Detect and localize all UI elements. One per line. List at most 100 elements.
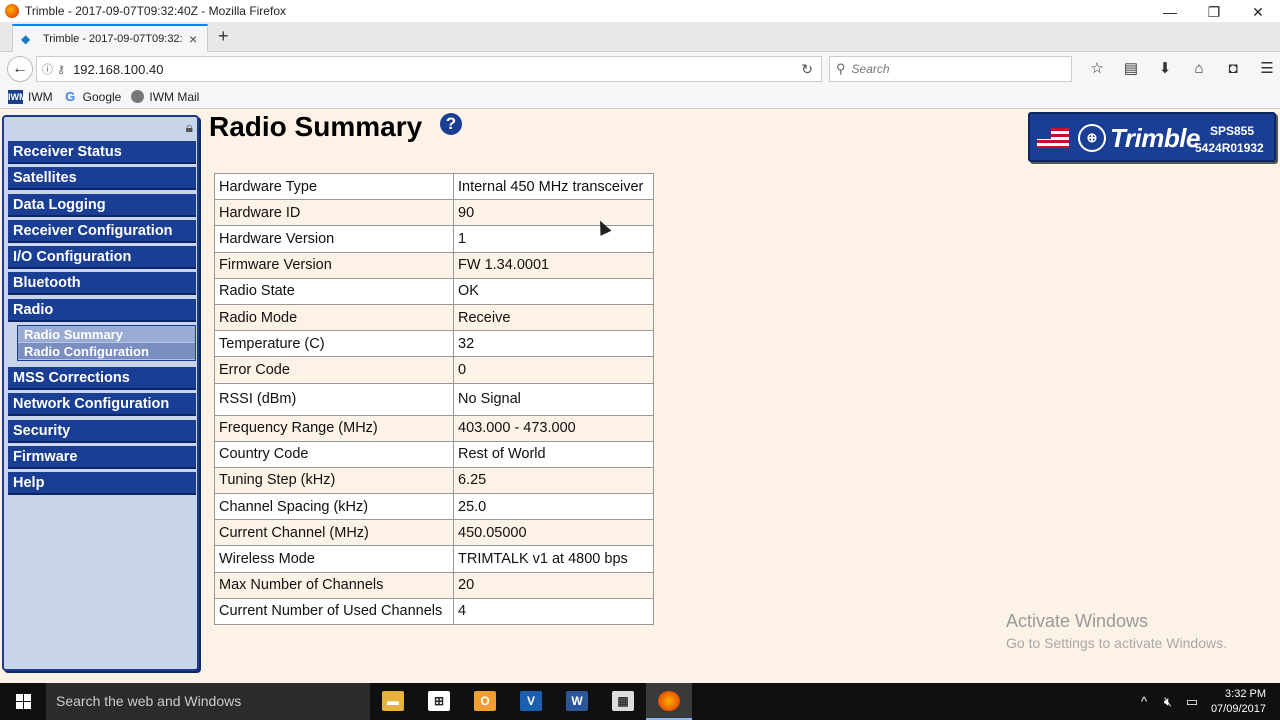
row-label: RSSI (dBm) [214, 382, 454, 416]
search-input[interactable]: ⚲ Search [829, 56, 1072, 82]
taskbar-apps: ▬ ⊞ O V W ▦ [370, 683, 692, 720]
chevron-up-icon[interactable]: ^ [1132, 694, 1156, 709]
activate-windows-title: Activate Windows [1006, 611, 1149, 631]
tab-close-icon[interactable]: × [189, 31, 197, 47]
sidebar-subitem-radio-summary[interactable]: Radio Summary [18, 326, 195, 344]
row-value: 20 [453, 571, 654, 599]
table-row: Error Code 0 [214, 356, 654, 384]
row-label: Hardware ID [214, 199, 454, 227]
row-value: TRIMTALK v1 at 4800 bps [453, 545, 654, 573]
menu-icon[interactable]: ☰ [1250, 58, 1280, 80]
sidebar-item-radio[interactable]: Radio [8, 298, 196, 322]
trimble-globe-icon: ⊕ [1078, 124, 1106, 152]
key-icon[interactable]: ⚷ [57, 63, 65, 76]
reading-list-icon[interactable]: ▤ [1114, 58, 1148, 80]
minimize-button[interactable]: — [1148, 0, 1192, 22]
row-label: Current Number of Used Channels [214, 597, 454, 626]
row-label: Channel Spacing (kHz) [214, 493, 454, 521]
row-value: 25.0 [453, 493, 654, 521]
row-value: 450.05000 [453, 519, 654, 547]
home-icon[interactable]: ⌂ [1182, 58, 1216, 80]
sidebar-item-firmware[interactable]: Firmware [8, 445, 196, 469]
sidebar-item-receiver-status[interactable]: Receiver Status [8, 141, 196, 164]
new-tab-icon[interactable]: + [218, 26, 229, 47]
search-icon: ⚲ [836, 61, 846, 76]
sidebar-item-help[interactable]: Help [8, 472, 196, 496]
pocket-icon[interactable]: ◘ [1216, 58, 1250, 80]
sidebar-item-network-configuration[interactable]: Network Configuration [8, 393, 196, 417]
bookmark-iwm[interactable]: IWM IWM [8, 89, 53, 104]
trimble-favicon-icon: ◆ [21, 32, 31, 46]
system-tray: ^ 🔇︎ ▭ 3:32 PM 07/09/2017 [1132, 683, 1280, 720]
row-value: 4 [453, 597, 654, 626]
bookmark-google[interactable]: G Google [63, 88, 122, 104]
taskbar-clock[interactable]: 3:32 PM 07/09/2017 [1204, 687, 1266, 717]
table-row: RSSI (dBm) No Signal [214, 382, 654, 416]
row-value: 90 [453, 199, 654, 227]
us-flag-icon [1037, 128, 1069, 148]
file-explorer-icon[interactable]: ▬ [370, 683, 416, 720]
row-label: Temperature (C) [214, 330, 454, 358]
bookmark-label: Google [82, 89, 122, 104]
receiver-model: SPS855 [1210, 124, 1255, 138]
vpn-app-icon[interactable]: V [508, 683, 554, 720]
outlook-icon[interactable]: O [462, 683, 508, 720]
row-value: OK [453, 277, 654, 305]
table-row: Frequency Range (MHz) 403.000 - 473.000 [214, 414, 654, 442]
toolbar-icons: ☆ ▤ ⬇ ⌂ ◘ ☰ [1080, 58, 1280, 80]
tab-trimble[interactable]: ◆ Trimble - 2017-09-07T09:32:40Z × [12, 24, 208, 52]
restore-button[interactable]: ❐ [1192, 0, 1236, 22]
bookmark-label: IWM [28, 89, 53, 104]
google-icon: G [65, 88, 76, 104]
sidebar-item-data-logging[interactable]: Data Logging [8, 193, 196, 217]
table-row: Radio Mode Receive [214, 303, 654, 332]
taskbar-search-input[interactable]: Search the web and Windows [46, 683, 370, 720]
lock-icon[interactable]: 🔒︎ [186, 119, 193, 136]
reload-icon[interactable]: ↻ [801, 61, 813, 78]
url-text[interactable]: 192.168.100.40 [73, 62, 163, 77]
sidebar-item-mss-corrections[interactable]: MSS Corrections [8, 367, 196, 391]
store-icon[interactable]: ⊞ [416, 683, 462, 720]
bookmarks-bar: IWM IWM G Google IWM Mail [0, 85, 1280, 109]
sidebar-item-bluetooth[interactable]: Bluetooth [8, 272, 196, 296]
row-value: 32 [453, 330, 654, 358]
row-label: Current Channel (MHz) [214, 519, 454, 547]
table-row: Radio State OK [214, 277, 654, 305]
bookmark-star-icon[interactable]: ☆ [1080, 58, 1114, 80]
sidebar-menu: 🔒︎ Receiver Status Satellites Data Loggi… [2, 115, 199, 671]
trimble-brand-banner: ⊕ Trimble SPS855 5424R01932 [1028, 112, 1276, 162]
clock-date: 07/09/2017 [1210, 702, 1266, 715]
notification-icon[interactable]: ▭ [1180, 694, 1204, 710]
window-title: Trimble - 2017-09-07T09:32:40Z - Mozilla… [25, 4, 286, 18]
notepad-app-icon[interactable]: ▦ [600, 683, 646, 720]
row-label: Hardware Version [214, 225, 454, 253]
window-titlebar: Trimble - 2017-09-07T09:32:40Z - Mozilla… [0, 0, 1280, 22]
bookmark-label: IWM Mail [149, 89, 200, 104]
firefox-taskbar-icon[interactable] [646, 683, 692, 720]
table-row: Tuning Step (kHz) 6.25 [214, 466, 654, 495]
bookmark-iwm-mail[interactable]: IWM Mail [131, 90, 199, 104]
close-window-button[interactable]: ✕ [1236, 0, 1280, 22]
back-arrow-icon[interactable]: ← [7, 56, 33, 82]
windows-start-icon[interactable] [0, 683, 46, 720]
radio-summary-table: Hardware Type Internal 450 MHz transceive… [214, 172, 654, 626]
sidebar-item-io-configuration[interactable]: I/O Configuration [8, 246, 196, 270]
row-label: Hardware Type [214, 172, 454, 201]
speaker-muted-icon[interactable]: 🔇︎ [1156, 694, 1180, 710]
sidebar-item-receiver-configuration[interactable]: Receiver Configuration [8, 219, 196, 243]
row-label: Wireless Mode [214, 545, 454, 573]
word-icon[interactable]: W [554, 683, 600, 720]
url-bar[interactable]: ⓘ ⚷ 192.168.100.40 ↻ [36, 56, 822, 82]
row-label: Error Code [214, 356, 454, 384]
row-label: Tuning Step (kHz) [214, 466, 454, 495]
row-value: FW 1.34.0001 [453, 251, 654, 279]
table-row: Current Number of Used Channels 4 [214, 597, 654, 626]
info-icon[interactable]: ⓘ [42, 61, 53, 77]
table-row: Temperature (C) 32 [214, 330, 654, 358]
sidebar-item-security[interactable]: Security [8, 419, 196, 443]
help-icon[interactable]: ? [440, 113, 462, 135]
menu-list: Receiver Status Satellites Data Logging … [8, 141, 196, 499]
sidebar-item-satellites[interactable]: Satellites [8, 167, 196, 191]
download-icon[interactable]: ⬇ [1148, 58, 1182, 80]
sidebar-subitem-radio-configuration[interactable]: Radio Configuration [18, 343, 195, 361]
